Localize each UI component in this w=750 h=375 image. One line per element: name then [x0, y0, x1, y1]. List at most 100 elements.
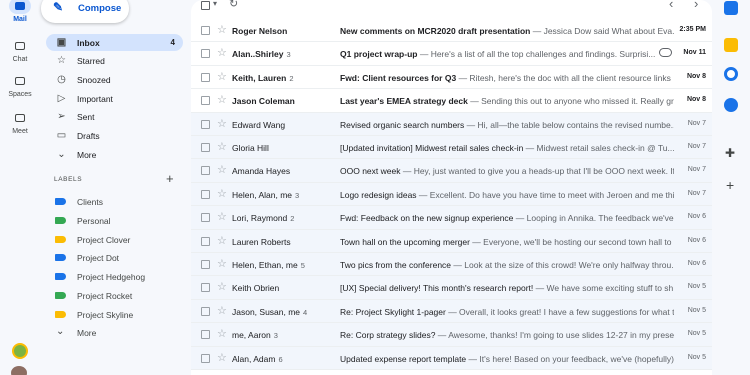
label-item-project-clover[interactable]: Project Clover: [46, 231, 183, 248]
row-checkbox[interactable]: [201, 283, 210, 293]
row-checkbox[interactable]: [201, 330, 210, 340]
star-icon[interactable]: ☆: [217, 117, 227, 130]
star-icon[interactable]: ☆: [217, 23, 227, 36]
table-row[interactable]: ☆ Keith, Lauren 2 Fwd: Client resources for…: [191, 65, 712, 90]
rail-spaces-label: Spaces: [8, 91, 32, 98]
rail-meet[interactable]: Meet: [0, 110, 40, 135]
label-item-clients[interactable]: Clients: [46, 193, 183, 210]
star-icon[interactable]: ☆: [217, 46, 227, 59]
table-row[interactable]: ☆ Alan, Adam 6 Updated expense report templ…: [191, 346, 712, 370]
star-icon[interactable]: ☆: [217, 351, 227, 364]
label-item-project-skyline[interactable]: Project Skyline: [46, 306, 183, 323]
nav-item-important[interactable]: ▷ Important: [46, 90, 183, 107]
row-checkbox[interactable]: [201, 166, 210, 176]
subject: Town hall on the upcoming merger: [340, 236, 470, 247]
row-checkbox[interactable]: [201, 213, 210, 223]
table-row[interactable]: ☆ Helen, Alan, me 3 Logo redesign ideas — E…: [191, 182, 712, 207]
subject-line: Re: Project Skylight 1-pager — Overall, …: [340, 307, 674, 317]
snippet: — Jessica Dow said What about Eva...: [530, 26, 674, 36]
label-item-personal[interactable]: Personal: [46, 212, 183, 229]
sender-name: Alan..Shirley: [232, 49, 284, 60]
star-icon[interactable]: ☆: [217, 234, 227, 247]
label-tag-icon: [55, 311, 66, 318]
label-name: Personal: [77, 216, 111, 226]
row-checkbox[interactable]: [201, 236, 210, 246]
nav-item-inbox[interactable]: ▣ Inbox 4: [46, 34, 183, 51]
sender: Jason Coleman: [232, 96, 332, 106]
add-label-icon[interactable]: +: [166, 171, 174, 186]
attachment-icon[interactable]: [659, 48, 672, 58]
nav-item-label: Starred: [77, 56, 105, 66]
star-icon[interactable]: ☆: [217, 140, 227, 153]
subject: Fwd: Client resources for Q3: [340, 72, 457, 83]
label-item-project-hedgehog[interactable]: Project Hedgehog: [46, 268, 183, 285]
star-icon[interactable]: ☆: [217, 280, 227, 293]
addons-icon[interactable]: ✚: [725, 146, 735, 160]
table-row[interactable]: ☆ Lori, Raymond 2 Fwd: Feedback on the new …: [191, 206, 712, 230]
star-icon[interactable]: ☆: [217, 327, 227, 340]
star-icon[interactable]: ☆: [217, 304, 227, 317]
date: Nov 6: [687, 213, 706, 221]
star-icon[interactable]: ☆: [217, 70, 227, 83]
label-item-project-dot[interactable]: Project Dot: [46, 249, 183, 266]
table-row[interactable]: ☆ Lauren Roberts Town hall on the upcoming…: [191, 229, 712, 253]
row-checkbox[interactable]: [201, 96, 210, 106]
table-row[interactable]: ☆ Gloria Hill [Updated invitation] Midwest…: [191, 136, 712, 160]
prev-page-icon[interactable]: ‹: [669, 0, 673, 11]
row-checkbox[interactable]: [201, 119, 210, 129]
sender-name: Gloria Hill: [232, 143, 269, 153]
rail-chat-label: Chat: [12, 56, 28, 63]
nav-item-sent[interactable]: ➢ Sent: [46, 108, 183, 125]
star-icon[interactable]: ☆: [217, 93, 227, 106]
add-app-icon[interactable]: +: [726, 177, 734, 193]
star-icon[interactable]: ☆: [217, 210, 227, 223]
table-row[interactable]: ☆ Amanda Hayes OOO next week — Hey, just w…: [191, 159, 712, 183]
sender: Amanda Hayes: [232, 166, 332, 176]
row-checkbox[interactable]: [201, 26, 210, 35]
table-row[interactable]: ☆ Keith Obrien [UX] Special delivery! This…: [191, 276, 712, 300]
nav-item-starred[interactable]: ☆ Starred: [46, 52, 183, 69]
table-row[interactable]: ☆ Jason Coleman Last year's EMEA strategy …: [191, 89, 712, 113]
star-icon[interactable]: ☆: [217, 257, 227, 270]
row-checkbox[interactable]: [201, 306, 210, 316]
keep-icon[interactable]: [724, 38, 738, 52]
app-rail: Mail Chat Spaces Meet: [0, 0, 40, 375]
calendar-icon[interactable]: [724, 1, 738, 15]
table-row[interactable]: ☆ me, Aaron 3 Re: Corp strategy slides? — A…: [191, 323, 712, 347]
row-checkbox[interactable]: [201, 72, 210, 82]
select-caret-icon[interactable]: ▾: [213, 0, 217, 8]
row-checkbox[interactable]: [201, 353, 210, 363]
row-checkbox[interactable]: [201, 49, 210, 59]
table-row[interactable]: ☆ Edward Wang Revised organic search numbe…: [191, 112, 712, 136]
label-name: Clients: [77, 197, 103, 207]
star-icon[interactable]: ☆: [217, 163, 227, 176]
row-checkbox[interactable]: [201, 189, 210, 199]
next-page-icon[interactable]: ›: [694, 0, 698, 11]
row-checkbox[interactable]: [201, 143, 210, 152]
compose-button[interactable]: ✎ Compose: [41, 0, 129, 23]
app-launcher-avatar[interactable]: [12, 343, 28, 359]
subject: Q1 project wrap-up: [340, 49, 418, 60]
refresh-icon[interactable]: ↻: [229, 0, 238, 10]
nav-item-snoozed[interactable]: ◷ Snoozed: [46, 71, 183, 88]
rail-spaces[interactable]: Spaces: [0, 73, 40, 98]
avatar[interactable]: [11, 366, 27, 375]
chat-icon: [9, 38, 31, 54]
rail-mail[interactable]: Mail: [0, 0, 40, 23]
table-row[interactable]: ☆ Roger Nelson New comments on MCR2020 dra…: [191, 19, 712, 43]
table-row[interactable]: ☆ Helen, Ethan, me 5 Two pics from the conf…: [191, 253, 712, 277]
rail-chat[interactable]: Chat: [0, 38, 40, 63]
table-row[interactable]: ☆ Alan..Shirley 3 Q1 project wrap-up — Here…: [191, 42, 712, 66]
star-icon[interactable]: ☆: [217, 187, 227, 200]
folder-panel: ✎ Compose ▣ Inbox 4 ☆ Starred ◷ Snoozed …: [40, 0, 190, 375]
label-item-project-rocket[interactable]: Project Rocket: [46, 287, 183, 304]
tasks-icon[interactable]: [724, 67, 738, 81]
contacts-icon[interactable]: [724, 98, 738, 112]
select-all-checkbox[interactable]: [201, 1, 210, 10]
label-item-more[interactable]: ⌄ More: [46, 324, 183, 341]
row-checkbox[interactable]: [201, 260, 210, 269]
table-row[interactable]: ☆ Jason, Susan, me 4 Re: Project Skylight 1…: [191, 299, 712, 324]
nav-item-drafts[interactable]: ▭ Drafts: [46, 127, 183, 144]
nav-item-more[interactable]: ⌄ More: [46, 146, 183, 163]
side-panel: ✚ +: [712, 0, 750, 375]
